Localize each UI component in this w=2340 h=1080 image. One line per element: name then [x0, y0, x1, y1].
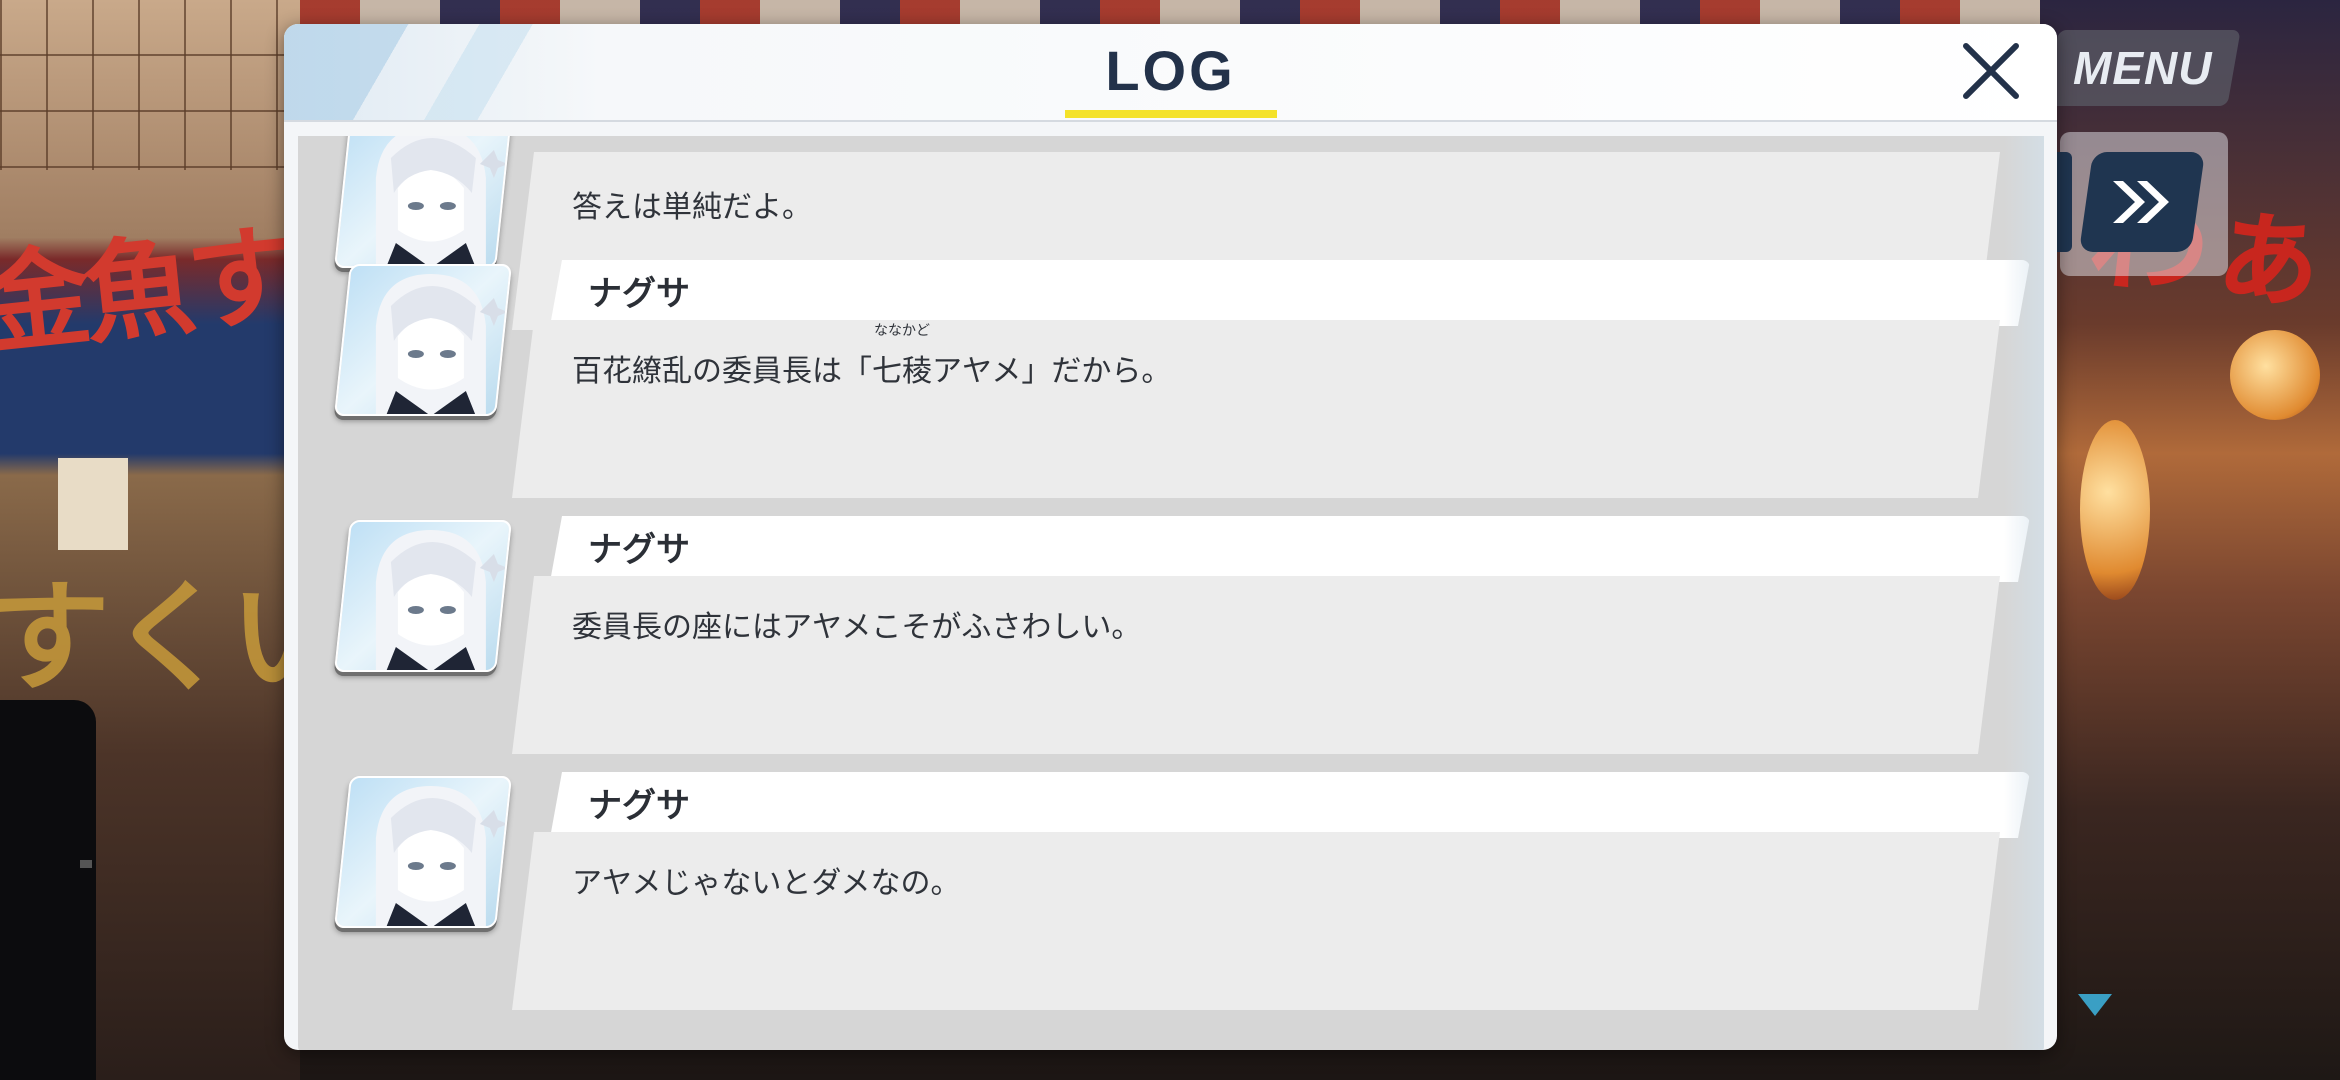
message-text: 百花繚乱の委員長は「 ななかど七稜アヤメ」だから。: [572, 323, 1172, 390]
double-chevron-icon: [2113, 181, 2169, 223]
speaker-portrait: [334, 264, 512, 416]
speaker-portrait: [334, 776, 512, 928]
ruby-base: 七稜: [872, 354, 932, 389]
log-title: LOG: [1105, 39, 1236, 102]
log-header: LOG: [284, 24, 2057, 122]
message-text: 答えは単純だよ。: [572, 190, 812, 225]
log-list[interactable]: 答えは単純だよ。 ナグサ 百花繚乱の委員長は「ななかど七稜アヤメ」だから。: [298, 136, 2044, 1050]
close-button[interactable]: [1960, 40, 2022, 102]
log-entry: ナグサ 委員長の座にはアヤメこそがふさわしい。: [298, 516, 2044, 756]
dark-side-panel: [0, 700, 96, 1080]
speaker-name-plate: [550, 516, 2030, 582]
message-text: アヤメじゃないとダメなの。: [572, 866, 961, 901]
log-entry: 答えは単純だよ。: [298, 136, 2044, 240]
lantern: [2230, 330, 2320, 420]
continue-indicator-icon: [2078, 994, 2112, 1016]
paper-notice: [58, 458, 128, 550]
title-underline: [1065, 110, 1277, 118]
left-stall-sign: 金魚す: [0, 209, 298, 371]
close-icon: [1963, 43, 2019, 99]
speaker-portrait: [334, 520, 512, 672]
menu-button[interactable]: MENU: [2045, 30, 2241, 106]
menu-label: MENU: [2073, 42, 2213, 94]
speaker-name-plate: [550, 772, 2030, 838]
speaker-portrait: [334, 136, 512, 268]
speaker-name: ナグサ: [588, 274, 690, 314]
log-entry: ナグサ アヤメじゃないとダメなの。: [298, 772, 2044, 1012]
log-window: LOG 答えは単純だよ。 ナグサ 百花繚乱の委員長は「 ななかど 七稜アヤメ」だ…: [284, 24, 2057, 1050]
ruby-reading: ななかど: [874, 323, 930, 339]
message-prefix: 百花繚乱の委員長は「: [572, 354, 872, 389]
speaker-name-plate: [550, 260, 2030, 326]
speaker-name: ナグサ: [588, 530, 690, 570]
lantern: [2080, 420, 2150, 600]
fast-forward-button[interactable]: [2078, 152, 2206, 252]
message-text: 委員長の座にはアヤメこそがふさわしい。: [572, 610, 1142, 645]
message-suffix: アヤメ」だから。: [932, 354, 1172, 389]
speaker-name: ナグサ: [588, 786, 690, 826]
ruby-word: ななかど 七稜: [872, 323, 932, 390]
log-entry: ナグサ 百花繚乱の委員長は「 ななかど七稜アヤメ」だから。: [298, 260, 2044, 500]
